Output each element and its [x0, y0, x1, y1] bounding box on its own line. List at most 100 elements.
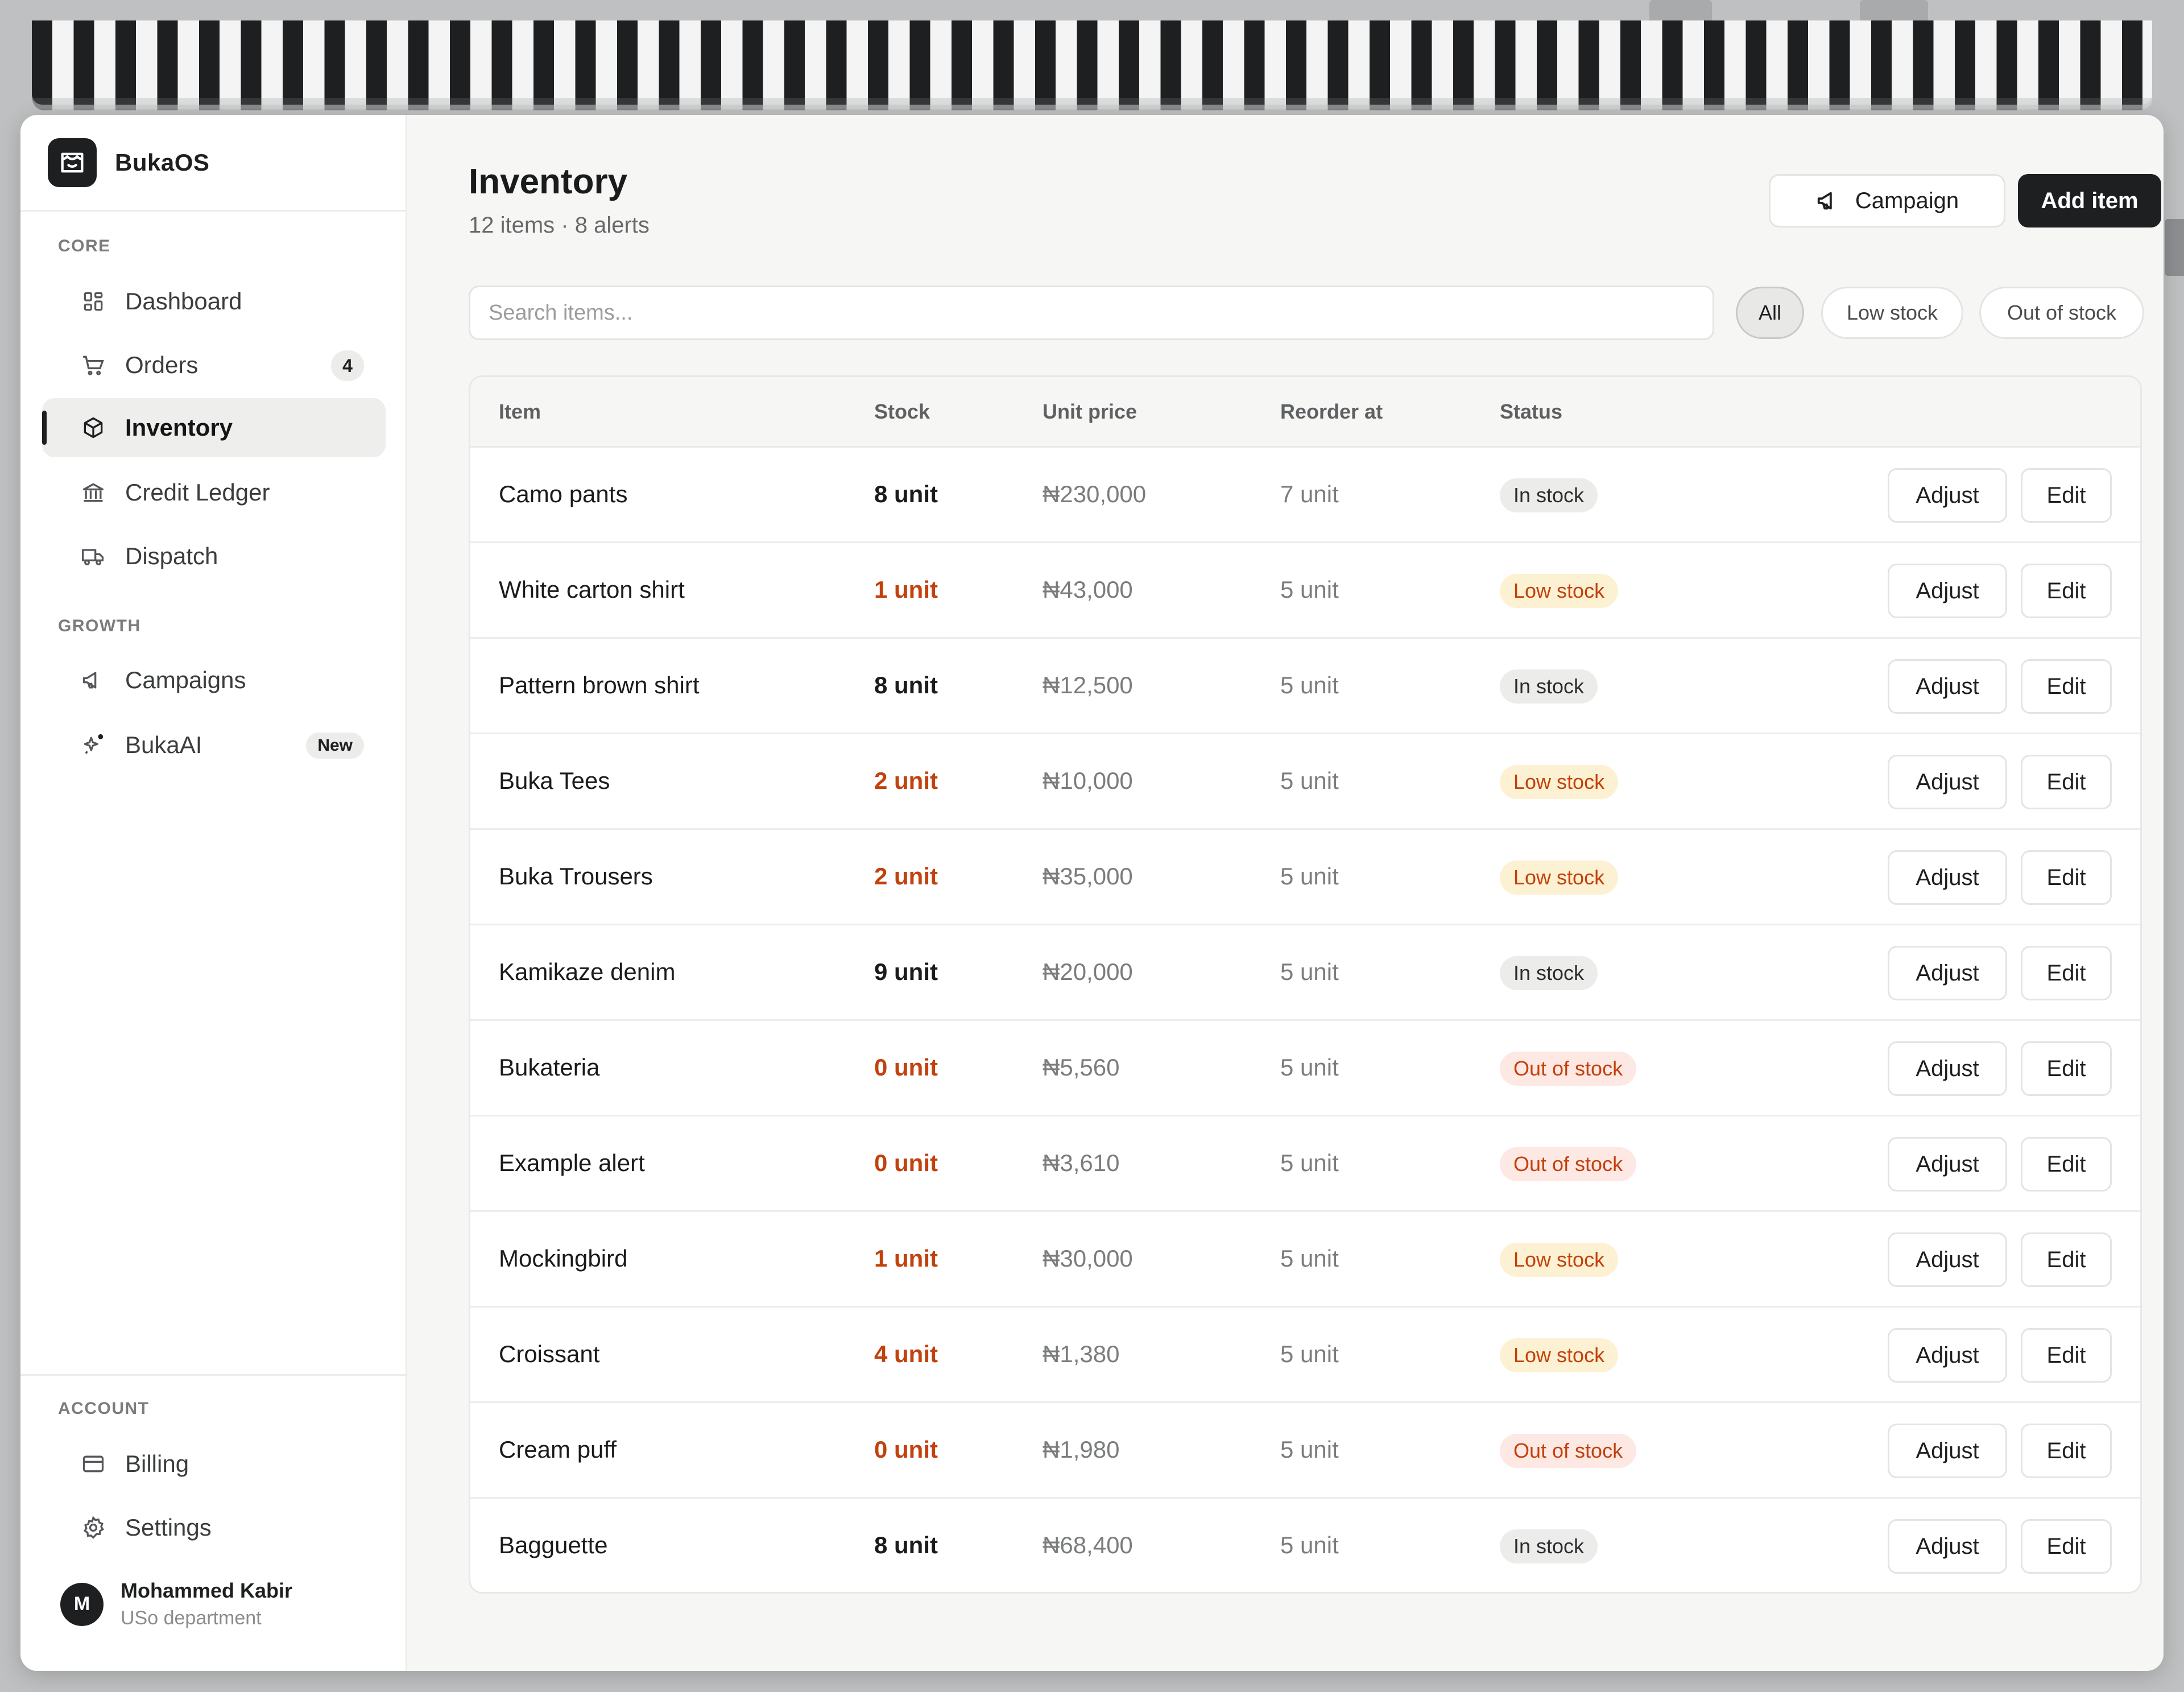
user-profile[interactable]: M Mohammed Kabir USo department	[60, 1579, 292, 1629]
stock-count: 0 unit	[874, 1149, 938, 1176]
adjust-button[interactable]: Adjust	[1888, 946, 2007, 1000]
unit-price: ₦1,380	[1043, 1341, 1120, 1367]
unit-price: ₦10,000	[1043, 767, 1133, 794]
unit-price: ₦1,980	[1043, 1436, 1120, 1463]
adjust-button[interactable]: Adjust	[1888, 659, 2007, 714]
sidebar-item-label: BukaAI	[125, 731, 202, 758]
sidebar: BukaOS CORE Dashboard Orders 4 Inventory…	[20, 115, 407, 1671]
sidebar-item-campaigns[interactable]: Campaigns	[42, 651, 386, 710]
sidebar-divider	[20, 1374, 407, 1376]
item-name: Bukateria	[499, 1054, 600, 1081]
item-name: White carton shirt	[499, 576, 685, 603]
table-row: Buka Tees 2 unit ₦10,000 5 unit Low stock Adj…	[470, 734, 2140, 830]
stock-count: 2 unit	[874, 863, 938, 890]
sidebar-item-inventory[interactable]: Inventory	[42, 398, 386, 457]
edit-button[interactable]: Edit	[2021, 755, 2112, 809]
item-name: Buka Trousers	[499, 863, 653, 890]
edit-button[interactable]: Edit	[2021, 946, 2112, 1000]
edit-button[interactable]: Edit	[2021, 659, 2112, 714]
reorder-level: 5 unit	[1280, 672, 1339, 698]
new-badge: New	[306, 733, 364, 759]
edit-button[interactable]: Edit	[2021, 1041, 2112, 1096]
column-header-unit-price[interactable]: Unit price	[1043, 400, 1137, 424]
brand[interactable]: BukaOS	[20, 115, 406, 212]
adjust-button[interactable]: Adjust	[1888, 1328, 2007, 1383]
background-shape	[2165, 219, 2184, 276]
search-input[interactable]	[469, 286, 1714, 340]
campaign-button-label: Campaign	[1855, 188, 1959, 213]
status-badge: In stock	[1500, 669, 1598, 704]
column-header-status[interactable]: Status	[1500, 400, 1562, 424]
sidebar-item-billing[interactable]: Billing	[42, 1434, 386, 1494]
truck-icon	[82, 549, 104, 565]
orders-count-badge: 4	[331, 350, 364, 381]
adjust-button[interactable]: Adjust	[1888, 564, 2007, 618]
sidebar-item-label: Dashboard	[125, 288, 242, 315]
unit-price: ₦43,000	[1043, 576, 1133, 603]
sparkle-icon	[84, 734, 104, 754]
column-header-item[interactable]: Item	[499, 400, 541, 424]
megaphone-icon	[1817, 192, 1832, 210]
status-badge: In stock	[1500, 478, 1598, 512]
sidebar-item-dashboard[interactable]: Dashboard	[42, 272, 386, 331]
item-name: Pattern brown shirt	[499, 672, 700, 698]
edit-button[interactable]: Edit	[2021, 850, 2112, 905]
column-header-stock[interactable]: Stock	[874, 400, 930, 424]
megaphone-icon	[82, 672, 97, 689]
unit-price: ₦12,500	[1043, 672, 1133, 698]
sidebar-item-settings[interactable]: Settings	[42, 1498, 386, 1557]
adjust-button[interactable]: Adjust	[1888, 1519, 2007, 1574]
edit-button[interactable]: Edit	[2021, 1424, 2112, 1478]
unit-price: ₦3,610	[1043, 1149, 1120, 1176]
section-label-growth: GROWTH	[58, 617, 141, 635]
unit-price: ₦30,000	[1043, 1245, 1133, 1272]
edit-button[interactable]: Edit	[2021, 1137, 2112, 1192]
filter-out-of-stock[interactable]: Out of stock	[1979, 287, 2144, 339]
user-department: USo department	[121, 1607, 262, 1629]
edit-button[interactable]: Edit	[2021, 468, 2112, 523]
adjust-button[interactable]: Adjust	[1888, 1137, 2007, 1192]
stock-count: 9 unit	[874, 958, 938, 985]
add-item-button[interactable]: Add item	[2018, 174, 2161, 227]
table-header: Item Stock Unit price Reorder at Status	[470, 377, 2140, 448]
adjust-button[interactable]: Adjust	[1888, 850, 2007, 905]
table-row: Cream puff 0 unit ₦1,980 5 unit Out of stock…	[470, 1403, 2140, 1499]
sidebar-item-dispatch[interactable]: Dispatch	[42, 527, 386, 586]
stock-count: 8 unit	[874, 1532, 938, 1558]
campaign-button[interactable]: Campaign	[1769, 174, 2005, 227]
unit-price: ₦35,000	[1043, 863, 1133, 890]
adjust-button[interactable]: Adjust	[1888, 468, 2007, 523]
reorder-level: 7 unit	[1280, 481, 1339, 507]
edit-button[interactable]: Edit	[2021, 1232, 2112, 1287]
filter-low-stock[interactable]: Low stock	[1821, 287, 1963, 339]
item-name: Kamikaze denim	[499, 958, 676, 985]
edit-button[interactable]: Edit	[2021, 564, 2112, 618]
item-name: Buka Tees	[499, 767, 610, 794]
status-badge: In stock	[1500, 1529, 1598, 1563]
adjust-button[interactable]: Adjust	[1888, 1424, 2007, 1478]
unit-price: ₦5,560	[1043, 1054, 1120, 1081]
adjust-button[interactable]: Adjust	[1888, 1041, 2007, 1096]
sidebar-item-label: Campaigns	[125, 667, 246, 693]
app-name: BukaOS	[115, 148, 210, 176]
filter-all[interactable]: All	[1736, 287, 1804, 339]
reorder-level: 5 unit	[1280, 767, 1339, 794]
column-header-reorder-at[interactable]: Reorder at	[1280, 400, 1383, 424]
sidebar-item-credit-ledger[interactable]: Credit Ledger	[42, 463, 386, 522]
table-row: Bagguette 8 unit ₦68,400 5 unit In stock Adju…	[470, 1499, 2140, 1592]
stock-count: 0 unit	[874, 1436, 938, 1463]
edit-button[interactable]: Edit	[2021, 1328, 2112, 1383]
page-subtitle: 12 items · 8 alerts	[469, 213, 650, 238]
reorder-level: 5 unit	[1280, 1054, 1339, 1081]
status-badge: Out of stock	[1500, 1147, 1637, 1181]
edit-button[interactable]: Edit	[2021, 1519, 2112, 1574]
stock-count: 2 unit	[874, 767, 938, 794]
adjust-button[interactable]: Adjust	[1888, 1232, 2007, 1287]
sidebar-item-orders[interactable]: Orders 4	[42, 336, 386, 395]
sidebar-item-bukaai[interactable]: BukaAI New	[42, 715, 386, 775]
reorder-level: 5 unit	[1280, 1532, 1339, 1558]
adjust-button[interactable]: Adjust	[1888, 755, 2007, 809]
item-name: Mockingbird	[499, 1245, 628, 1272]
table-row: Camo pants 8 unit ₦230,000 7 unit In stock Ad…	[470, 448, 2140, 543]
status-badge: Low stock	[1500, 1243, 1619, 1277]
